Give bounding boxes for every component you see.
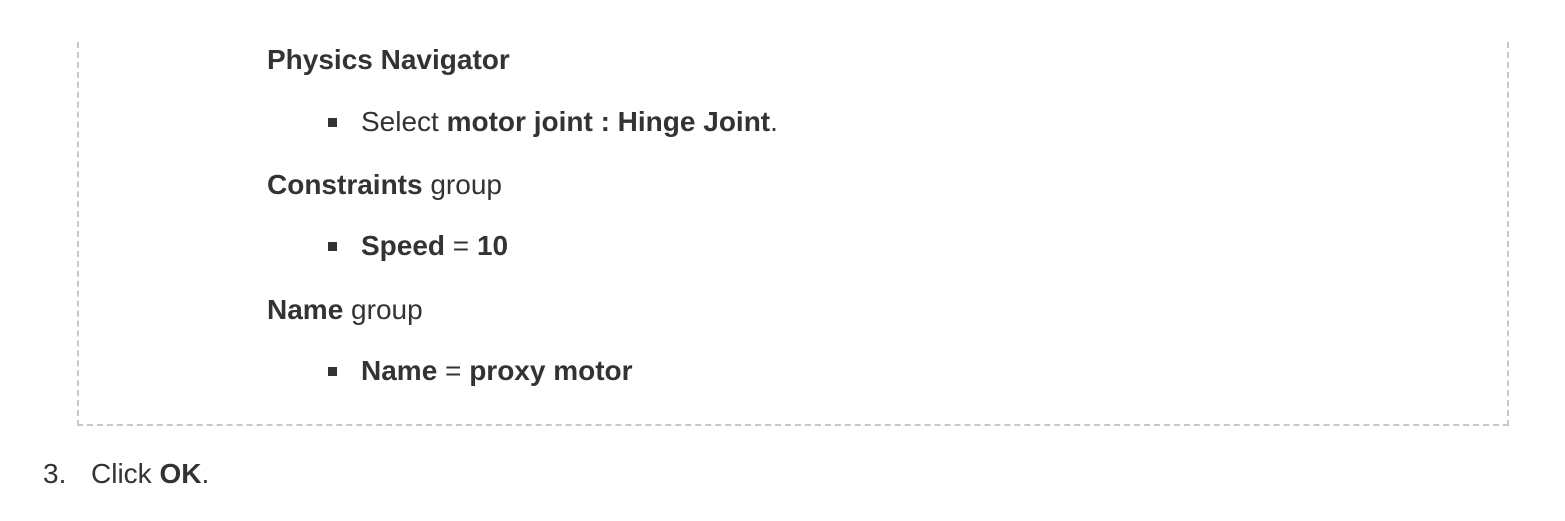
step-prefix: Click	[91, 458, 160, 489]
list-item-name: Name = proxy motor	[361, 353, 633, 389]
item-mid: =	[445, 230, 477, 261]
list-item-speed: Speed = 10	[361, 228, 508, 264]
heading-bold: Name	[267, 294, 344, 325]
step-suffix: .	[201, 458, 210, 489]
bullet-icon	[328, 118, 337, 127]
section-heading-constraints: Constraints group	[267, 167, 502, 203]
item-bold: Speed	[361, 230, 446, 261]
bullet-icon	[328, 367, 337, 376]
item-bold: Name	[361, 355, 438, 386]
item-suffix: .	[770, 106, 778, 137]
ok-label: OK	[159, 458, 202, 489]
heading-rest: group	[422, 169, 502, 200]
step-click-ok: Click OK.	[91, 456, 209, 492]
heading-bold: Constraints	[267, 169, 423, 200]
item-bold: motor joint : Hinge Joint	[446, 106, 771, 137]
item-bold2: proxy motor	[469, 355, 633, 386]
item-bold2: 10	[476, 230, 509, 261]
heading-bold: Physics Navigator	[267, 44, 510, 75]
instruction-box	[77, 42, 1509, 426]
heading-rest: group	[343, 294, 423, 325]
section-heading-physics-navigator: Physics Navigator	[267, 42, 510, 78]
section-heading-name: Name group	[267, 292, 423, 328]
list-item-select-joint: Select motor joint : Hinge Joint.	[361, 104, 778, 140]
item-mid: =	[437, 355, 470, 386]
bullet-icon	[328, 242, 337, 251]
item-prefix: Select	[361, 106, 447, 137]
step-number: 3.	[43, 458, 67, 489]
